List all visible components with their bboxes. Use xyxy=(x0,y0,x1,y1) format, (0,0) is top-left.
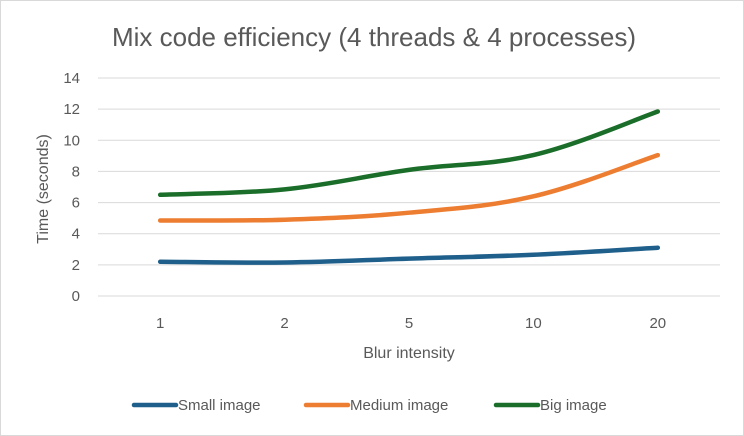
x-axis-ticks: 1 2 5 10 20 xyxy=(156,315,666,332)
y-tick-label: 6 xyxy=(72,195,80,212)
y-tick-label: 14 xyxy=(63,70,80,87)
x-axis-title: Blur intensity xyxy=(363,345,455,362)
legend-label: Big image xyxy=(540,397,607,414)
legend: Small image Medium image Big image xyxy=(131,397,607,414)
y-tick-label: 12 xyxy=(63,101,80,118)
line-chart: Mix code efficiency (4 threads & 4 proce… xyxy=(35,22,720,414)
y-tick-label: 4 xyxy=(72,226,80,243)
y-tick-label: 0 xyxy=(72,288,80,305)
y-tick-label: 10 xyxy=(63,132,80,149)
x-tick-label: 1 xyxy=(156,315,164,332)
legend-item-medium-image: Medium image xyxy=(303,397,448,414)
legend-item-big-image: Big image xyxy=(493,397,607,414)
y-tick-label: 2 xyxy=(72,257,80,274)
legend-label: Medium image xyxy=(350,397,448,414)
x-tick-label: 10 xyxy=(525,315,542,332)
y-axis-title: Time (seconds) xyxy=(35,134,52,244)
legend-label: Small image xyxy=(178,397,261,414)
series-lines xyxy=(157,109,661,265)
chart-title: Mix code efficiency (4 threads & 4 proce… xyxy=(112,22,636,52)
x-tick-label: 2 xyxy=(280,315,288,332)
legend-item-small-image: Small image xyxy=(131,397,261,414)
y-axis-ticks: 0 2 4 6 8 10 12 14 xyxy=(63,70,80,305)
y-tick-label: 8 xyxy=(72,163,80,180)
x-tick-label: 5 xyxy=(405,315,413,332)
series-line-small-image xyxy=(157,245,661,265)
x-tick-label: 20 xyxy=(649,315,666,332)
series-line-medium-image xyxy=(157,152,661,223)
chart-area: Mix code efficiency (4 threads & 4 proce… xyxy=(0,0,744,436)
